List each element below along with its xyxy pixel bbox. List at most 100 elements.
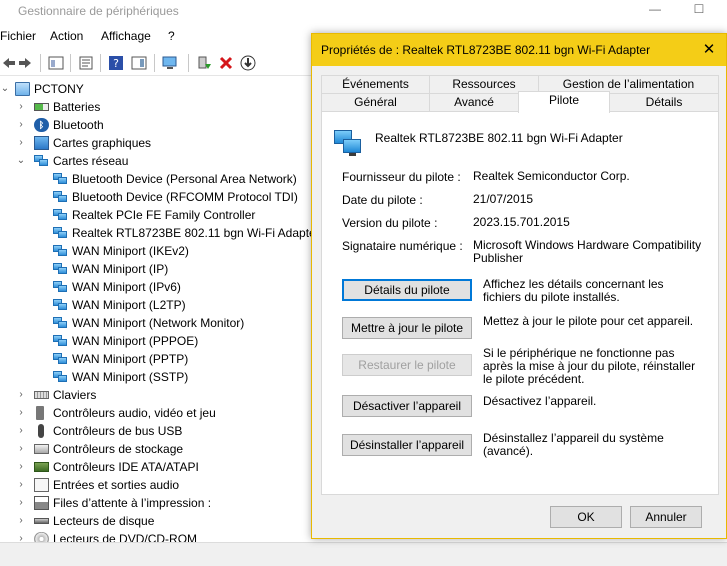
- network-adapter-icon: [53, 262, 68, 276]
- tree-item-network-adapters[interactable]: ⌄ Cartes réseau: [0, 152, 300, 170]
- chevron-right-icon[interactable]: ›: [16, 494, 26, 512]
- chevron-right-icon[interactable]: ›: [16, 476, 26, 494]
- scan-hardware-icon[interactable]: [162, 54, 180, 72]
- tree-item-label: Contrôleurs audio, vidéo et jeu: [53, 406, 216, 420]
- dvd-drive-icon: [34, 532, 49, 542]
- tree-item-label: WAN Miniport (L2TP): [72, 298, 186, 312]
- audio-icon: [36, 406, 44, 420]
- close-icon[interactable]: ✕: [696, 39, 722, 61]
- chevron-right-icon[interactable]: ›: [16, 422, 26, 440]
- chevron-right-icon[interactable]: ›: [16, 512, 26, 530]
- tree-item-network-device[interactable]: Bluetooth Device (RFCOMM Protocol TDI): [0, 188, 310, 206]
- tab-avance[interactable]: Avancé: [429, 93, 519, 112]
- network-adapter-icon: [34, 154, 49, 168]
- tree-item-label: Batteries: [53, 100, 101, 114]
- tree-item-keyboards[interactable]: › Claviers: [0, 386, 300, 404]
- chevron-right-icon[interactable]: ›: [16, 440, 26, 458]
- uninstall-device-button[interactable]: Désinstaller l’appareil: [342, 434, 472, 456]
- driver-date-value: 21/07/2015: [473, 192, 534, 206]
- forward-arrow-icon[interactable]: [16, 54, 34, 72]
- toolbar-separator: [40, 54, 41, 72]
- tree-root[interactable]: ⌄ PCTONY: [0, 80, 300, 98]
- tree-item-batteries[interactable]: › Batteries: [0, 98, 300, 116]
- network-adapter-icon: [53, 208, 68, 222]
- tree-item-network-device-selected[interactable]: Realtek RTL8723BE 802.11 bgn Wi-Fi Adapt…: [0, 224, 320, 242]
- tree-item-display-adapters[interactable]: › Cartes graphiques: [0, 134, 300, 152]
- driver-provider-value: Realtek Semiconductor Corp.: [473, 169, 630, 183]
- tree-item-usb-controllers[interactable]: › Contrôleurs de bus USB: [0, 422, 300, 440]
- properties-icon[interactable]: [77, 54, 95, 72]
- tree-item-disk-drives[interactable]: › Lecteurs de disque: [0, 512, 300, 530]
- chevron-right-icon[interactable]: ›: [16, 404, 26, 422]
- tree-item-label: Cartes graphiques: [53, 136, 152, 150]
- network-adapter-icon: [53, 352, 68, 366]
- ok-button[interactable]: OK: [550, 506, 622, 528]
- tree-item-label: Contrôleurs IDE ATA/ATAPI: [53, 460, 199, 474]
- download-icon[interactable]: [239, 54, 257, 72]
- network-adapter-icon: [53, 190, 68, 204]
- tree-item-network-device[interactable]: Realtek PCIe FE Family Controller: [0, 206, 310, 224]
- update-driver-button[interactable]: Mettre à jour le pilote: [342, 317, 472, 339]
- network-adapter-icon: [53, 226, 68, 240]
- tree-item-network-device[interactable]: WAN Miniport (IKEv2): [0, 242, 310, 260]
- tab-pilote[interactable]: Pilote: [518, 91, 610, 113]
- chevron-right-icon[interactable]: ›: [16, 530, 26, 542]
- menu-help[interactable]: ?: [168, 29, 175, 43]
- chevron-right-icon[interactable]: ›: [16, 98, 26, 116]
- network-adapter-icon: [53, 172, 68, 186]
- driver-details-button[interactable]: Détails du pilote: [342, 279, 472, 301]
- tree-item-network-device[interactable]: WAN Miniport (IPv6): [0, 278, 310, 296]
- disk-drive-icon: [34, 518, 49, 524]
- driver-version-label: Version du pilote :: [342, 216, 438, 230]
- rollback-driver-button[interactable]: Restaurer le pilote: [342, 354, 472, 376]
- maximize-button[interactable]: ☐: [684, 2, 714, 22]
- device-name: Realtek RTL8723BE 802.11 bgn Wi-Fi Adapt…: [375, 131, 623, 145]
- tree-item-storage-controllers[interactable]: › Contrôleurs de stockage: [0, 440, 300, 458]
- tree-item-network-device[interactable]: WAN Miniport (L2TP): [0, 296, 310, 314]
- dialog-title: Propriétés de : Realtek RTL8723BE 802.11…: [321, 43, 651, 57]
- tree-item-audio-io[interactable]: › Entrées et sorties audio: [0, 476, 300, 494]
- tree-item-label: WAN Miniport (IPv6): [72, 280, 181, 294]
- disable-device-button[interactable]: Désactiver l’appareil: [342, 395, 472, 417]
- tab-general[interactable]: Général: [321, 93, 430, 112]
- tree-item-ide-controllers[interactable]: › Contrôleurs IDE ATA/ATAPI: [0, 458, 300, 476]
- chevron-right-icon[interactable]: ›: [16, 386, 26, 404]
- tree-item-label: Entrées et sorties audio: [53, 478, 180, 492]
- tree-item-audio-controllers[interactable]: › Contrôleurs audio, vidéo et jeu: [0, 404, 300, 422]
- chevron-down-icon[interactable]: ⌄: [0, 80, 10, 98]
- tree-item-network-device[interactable]: WAN Miniport (IP): [0, 260, 310, 278]
- network-adapter-icon: [334, 130, 364, 156]
- tree-item-network-device[interactable]: WAN Miniport (PPPOE): [0, 332, 310, 350]
- digital-signer-label: Signataire numérique :: [342, 239, 463, 253]
- chevron-right-icon[interactable]: ›: [16, 116, 26, 134]
- tab-details[interactable]: Détails: [609, 93, 719, 112]
- computer-icon: [15, 82, 30, 96]
- menu-affichage[interactable]: Affichage: [101, 29, 151, 43]
- tree-item-network-device[interactable]: WAN Miniport (PPTP): [0, 350, 310, 368]
- tree-item-network-device[interactable]: WAN Miniport (SSTP): [0, 368, 310, 386]
- driver-provider-label: Fournisseur du pilote :: [342, 170, 461, 184]
- chevron-right-icon[interactable]: ›: [16, 134, 26, 152]
- tree-item-dvd-drives[interactable]: › Lecteurs de DVD/CD-ROM: [0, 530, 300, 542]
- tab-evenements[interactable]: Événements: [321, 75, 430, 94]
- update-driver-icon[interactable]: [195, 54, 213, 72]
- help-icon[interactable]: ?: [107, 54, 125, 72]
- network-adapter-icon: [53, 370, 68, 384]
- digital-signer-value: Microsoft Windows Hardware Compatibility…: [473, 238, 702, 265]
- chevron-right-icon[interactable]: ›: [16, 458, 26, 476]
- tree-item-network-device[interactable]: Bluetooth Device (Personal Area Network): [0, 170, 310, 188]
- uninstall-device-icon[interactable]: [217, 54, 235, 72]
- network-adapter-icon: [53, 298, 68, 312]
- tree-item-bluetooth[interactable]: › ᛒ Bluetooth: [0, 116, 300, 134]
- tree-item-label: WAN Miniport (IKEv2): [72, 244, 189, 258]
- tree-item-network-device[interactable]: WAN Miniport (Network Monitor): [0, 314, 310, 332]
- action-pane-icon[interactable]: [130, 54, 148, 72]
- tree-item-print-queues[interactable]: › Files d’attente à l’impression :: [0, 494, 300, 512]
- menu-fichier[interactable]: Fichier: [0, 29, 36, 43]
- menu-action[interactable]: Action: [50, 29, 83, 43]
- show-hide-tree-icon[interactable]: [47, 54, 65, 72]
- tree-item-label: Contrôleurs de bus USB: [53, 424, 183, 438]
- minimize-button[interactable]: —: [640, 2, 670, 22]
- chevron-down-icon[interactable]: ⌄: [16, 152, 26, 170]
- cancel-button[interactable]: Annuler: [630, 506, 702, 528]
